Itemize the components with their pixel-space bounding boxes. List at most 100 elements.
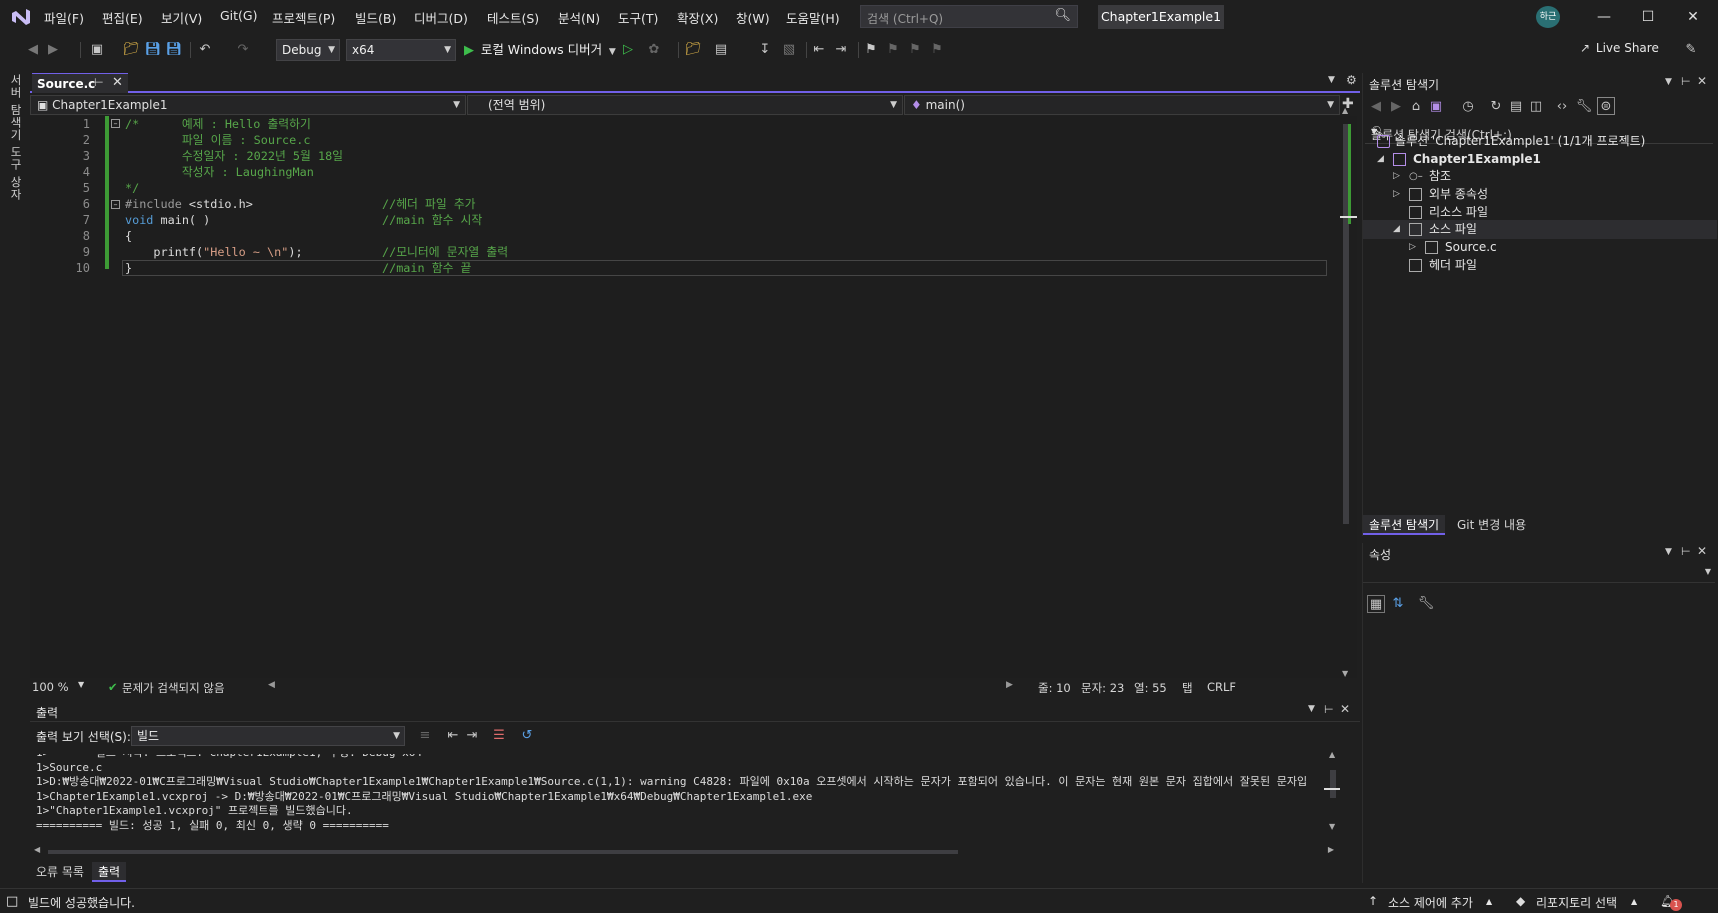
panel-close-icon[interactable]: ✕ [1697,544,1707,558]
preview-selected-icon[interactable]: ⊜ [1597,97,1615,115]
vs-logo-icon[interactable] [10,7,32,27]
feedback-icon[interactable]: ✎ [1682,41,1700,59]
prev-message-icon[interactable]: ⇤ [444,727,462,745]
panel-menu-icon[interactable]: ▼ [1665,77,1672,87]
folder-view-icon[interactable]: 📁︎ [684,41,702,59]
tree-item-header-files[interactable]: 헤더 파일 [1363,256,1717,275]
run-without-debug-icon[interactable]: ▷ [619,41,637,59]
editor-vertical-scrollbar[interactable]: ▲ ▼ [1340,106,1357,678]
code-line[interactable]: printf("Hello ~ \n"); //모니터에 문자열 출력 [125,244,508,260]
collapse-all-icon[interactable]: ▤ [1507,98,1525,116]
menu-build[interactable]: 빌드(B) [355,8,396,27]
menu-debug[interactable]: 디버그(D) [414,8,468,27]
tab-git-changes[interactable]: Git 변경 내용 [1451,515,1532,535]
menu-project[interactable]: 프로젝트(P) [272,8,335,27]
menu-help[interactable]: 도움말(H) [786,8,840,27]
home-icon[interactable]: ⌂ [1407,98,1425,116]
tab-error-list[interactable]: 오류 목록 [30,862,90,882]
menu-window[interactable]: 창(W) [736,8,770,27]
step-icon[interactable]: ↧ [756,41,774,59]
panel-close-icon[interactable]: ✕ [1340,702,1350,716]
properties-wrench-icon[interactable]: 🔧︎ [1575,98,1593,116]
pending-changes-icon[interactable]: ◷ [1459,98,1477,116]
close-icon[interactable]: ✕ [1678,6,1708,28]
member-select[interactable]: ♦ main() ▼ [904,95,1340,115]
code-line[interactable]: } //main 함수 끝 [125,260,471,276]
eol-indicator[interactable]: CRLF [1207,680,1236,694]
menu-edit[interactable]: 편집(E) [102,8,143,27]
collapsed-arrow-icon[interactable]: ▷ [1409,238,1416,257]
collapsed-arrow-icon[interactable]: ▷ [1393,167,1400,186]
menu-git[interactable]: Git(G) [220,8,258,23]
output-vertical-scrollbar[interactable]: ▲ ▼ [1324,750,1340,850]
forward-icon[interactable]: ▶ [44,41,62,59]
menu-test[interactable]: 테스트(S) [487,8,539,27]
maximize-icon[interactable]: ☐ [1633,6,1663,28]
platform-select[interactable]: x64 ▼ [346,39,456,61]
next-bookmark-icon[interactable]: ⚑ [906,41,924,59]
char-indicator[interactable]: 문자: 23 [1081,680,1124,696]
code-editor[interactable]: 1 2 3 4 5 6 7 8 9 10 – – /* 예제 : Hello 출력하기 파일 이름… [30,116,1340,678]
code-line[interactable]: 수정일자 : 2022년 5월 18일 [125,148,343,164]
panel-close-icon[interactable]: ✕ [1697,74,1707,88]
back-icon[interactable]: ◀ [24,41,42,59]
find-in-output-icon[interactable]: ≡ [416,727,434,745]
collapsed-arrow-icon[interactable]: ▷ [1393,185,1400,204]
expanded-arrow-icon[interactable]: ◢ [1393,220,1400,239]
forward-icon[interactable]: ▶ [1387,98,1405,116]
avatar[interactable]: 하근 [1536,6,1560,28]
indent-icon[interactable]: ⇥ [832,41,850,59]
menu-tools[interactable]: 도구(T) [618,8,658,27]
code-line[interactable]: /* 예제 : Hello 출력하기 [125,116,311,132]
properties-object-select[interactable]: ▼ [1363,565,1715,583]
tree-item-references[interactable]: ▷ ○– 참조 [1363,167,1717,186]
live-share-button[interactable]: ↗ Live Share [1580,41,1659,55]
prev-bookmark-icon[interactable]: ⚑ [884,41,902,59]
undo-icon[interactable]: ↶ [196,41,214,59]
search-input[interactable]: 검색 (Ctrl+Q) 🔍︎ [860,5,1078,28]
scroll-right-icon[interactable]: ▶ [1006,680,1013,690]
global-scope-select[interactable]: (전역 범위) ▼ [467,95,903,115]
panel-menu-icon[interactable]: ▼ [1665,547,1672,557]
switch-views-icon[interactable]: ▣ [1427,98,1445,116]
tab-solution-explorer[interactable]: 솔루션 탐색기 [1363,515,1446,535]
fold-toggle-icon[interactable]: – [111,200,120,209]
tab-indicator[interactable]: 탭 [1182,680,1193,696]
server-explorer-tab[interactable]: 서버 탐색기 [8,74,24,141]
back-icon[interactable]: ◀ [1367,98,1385,116]
column-indicator[interactable]: 열: 55 [1134,680,1167,696]
hot-reload-icon[interactable]: ✿ [645,41,663,59]
code-line[interactable]: { [125,228,132,244]
add-source-control-button[interactable]: 소스 제어에 추가 [1388,894,1473,911]
new-item-icon[interactable]: ▣ [88,41,106,59]
menu-file[interactable]: 파일(F) [44,8,84,27]
pin-icon[interactable]: ⊢ [94,76,104,89]
alphabetical-icon[interactable]: ⇅ [1389,595,1407,613]
redo-icon[interactable]: ↷ [234,41,252,59]
code-line[interactable]: #include <stdio.h> //헤더 파일 추가 [125,196,476,212]
layout-icon[interactable]: ▤ [712,41,730,59]
next-message-icon[interactable]: ⇥ [463,727,481,745]
outdent-icon[interactable]: ⇤ [810,41,828,59]
clear-all-icon[interactable]: ☰ [490,727,508,745]
select-repository-button[interactable]: 리포지토리 선택 [1536,894,1617,911]
output-horizontal-scrollbar[interactable]: ◀ ▶ [34,845,1334,855]
code-line[interactable]: void main( ) //main 함수 시작 [125,212,482,228]
clear-bookmarks-icon[interactable]: ⚑ [928,41,946,59]
minimize-icon[interactable]: — [1589,6,1619,28]
issues-status[interactable]: 문제가 검색되지 않음 [122,680,225,696]
settings-gear-icon[interactable]: ⚙ [1346,73,1357,87]
configuration-select[interactable]: Debug ▼ [276,39,340,61]
bookmark-icon[interactable]: ⚑ [862,41,880,59]
tab-output[interactable]: 출력 [92,862,127,882]
tree-item-source-files[interactable]: ◢ 소스 파일 [1363,220,1717,239]
output-text-area[interactable]: 1>------ 빌드 시작: 프로젝트: Chapter1Example1, … [36,754,1326,844]
fold-toggle-icon[interactable]: – [111,119,120,128]
sync-icon[interactable]: ↻ [1487,98,1505,116]
word-wrap-icon[interactable]: ↺ [518,727,536,745]
code-line[interactable]: */ [125,180,139,196]
scroll-left-icon[interactable]: ◀ [268,680,275,690]
output-source-select[interactable]: 빌드 ▼ [131,726,405,746]
toolbox-tab[interactable]: 도구 상자 [8,146,24,201]
tree-item-source-c[interactable]: ▷ Source.c [1363,238,1717,257]
